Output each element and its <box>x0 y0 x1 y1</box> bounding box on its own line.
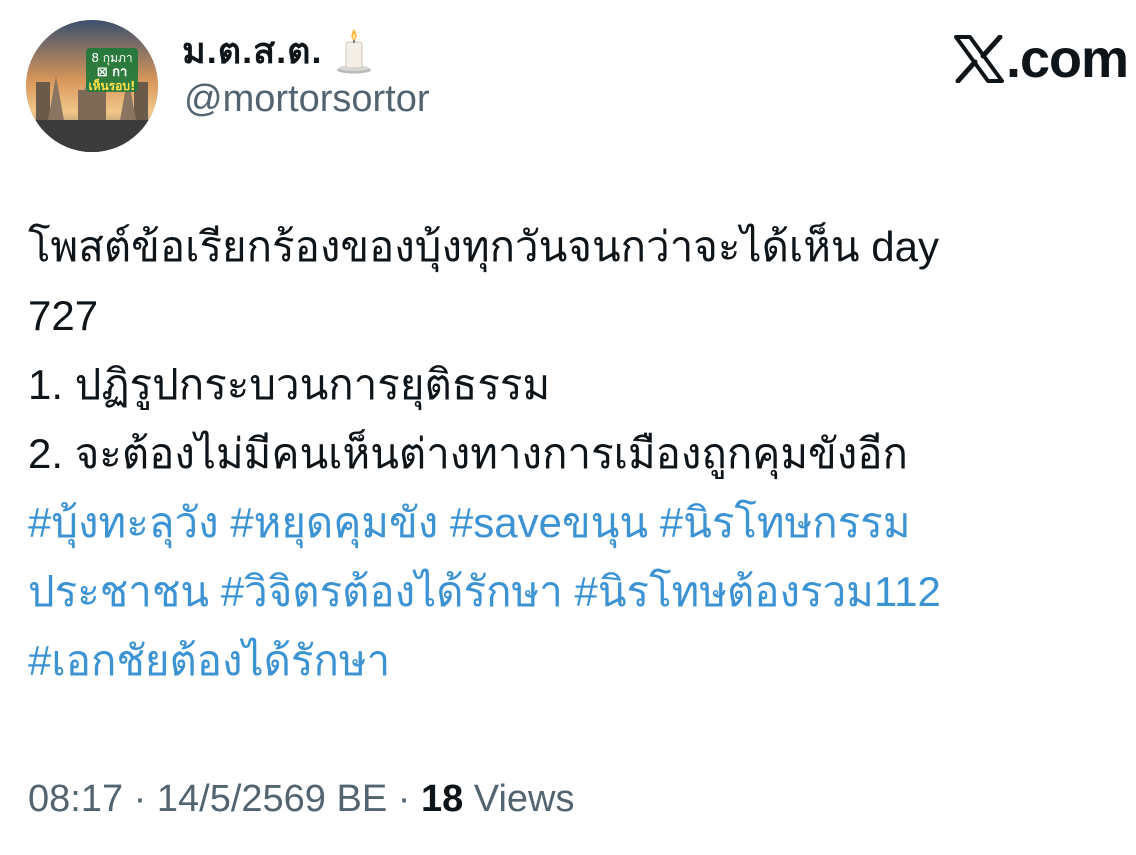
tweet-date[interactable]: 14/5/2569 BE <box>157 778 387 820</box>
meta-separator: · <box>387 778 421 820</box>
x-logo-icon <box>953 35 1004 83</box>
tweet-line: โพสต์ข้อเรียกร้องของบุ้งทุกวันจนกว่าจะได… <box>28 223 939 270</box>
handle[interactable]: @mortorsortor <box>184 78 430 121</box>
svg-text:8 กุมภา: 8 กุมภา <box>91 51 132 66</box>
tweet-line: 1. ปฏิรูปกระบวนการยุติธรรม <box>28 361 551 408</box>
tweet-line: 727 <box>28 292 99 339</box>
avatar-image: 8 กุมภา ⊠ กา เห็นรอบ! <box>26 20 158 152</box>
tweet-card: 8 กุมภา ⊠ กา เห็นรอบ! ม.ต.ส.ต. @mortorso… <box>0 0 1136 855</box>
meta-separator: · <box>123 778 157 820</box>
hashtag-line[interactable]: #เอกชัยต้องได้รักษา <box>28 626 1118 695</box>
author-name-row: ม.ต.ส.ต. <box>182 26 374 74</box>
views-count[interactable]: 18 <box>421 778 463 820</box>
tweet-text: โพสต์ข้อเรียกร้องของบุ้งทุกวันจนกว่าจะได… <box>28 212 1118 695</box>
brand-label: .com <box>1005 29 1129 89</box>
tweet-meta: 08:17 · 14/5/2569 BE · 18 Views <box>28 778 575 821</box>
candle-icon <box>337 29 372 74</box>
hashtag-line[interactable]: ประชาชน #วิจิตรต้องได้รักษา #นิรโทษต้องร… <box>28 557 1118 626</box>
svg-text:⊠ กา: ⊠ กา <box>97 65 128 80</box>
tweet-line: 2. จะต้องไม่มีคนเห็นต่างทางการเมืองถูกคุ… <box>28 430 908 477</box>
avatar[interactable]: 8 กุมภา ⊠ กา เห็นรอบ! <box>26 20 158 152</box>
tweet-time[interactable]: 08:17 <box>28 778 123 820</box>
svg-text:เห็นรอบ!: เห็นรอบ! <box>89 78 136 93</box>
hashtag-line[interactable]: #บุ้งทะลุวัง #หยุดคุมขัง #saveขนุน #นิรโ… <box>28 488 1118 557</box>
hashtag-block: #บุ้งทะลุวัง #หยุดคุมขัง #saveขนุน #นิรโ… <box>28 488 1118 695</box>
brand: .com <box>953 28 1129 90</box>
display-name[interactable]: ม.ต.ส.ต. <box>182 22 322 79</box>
views-label[interactable]: Views <box>463 778 575 820</box>
